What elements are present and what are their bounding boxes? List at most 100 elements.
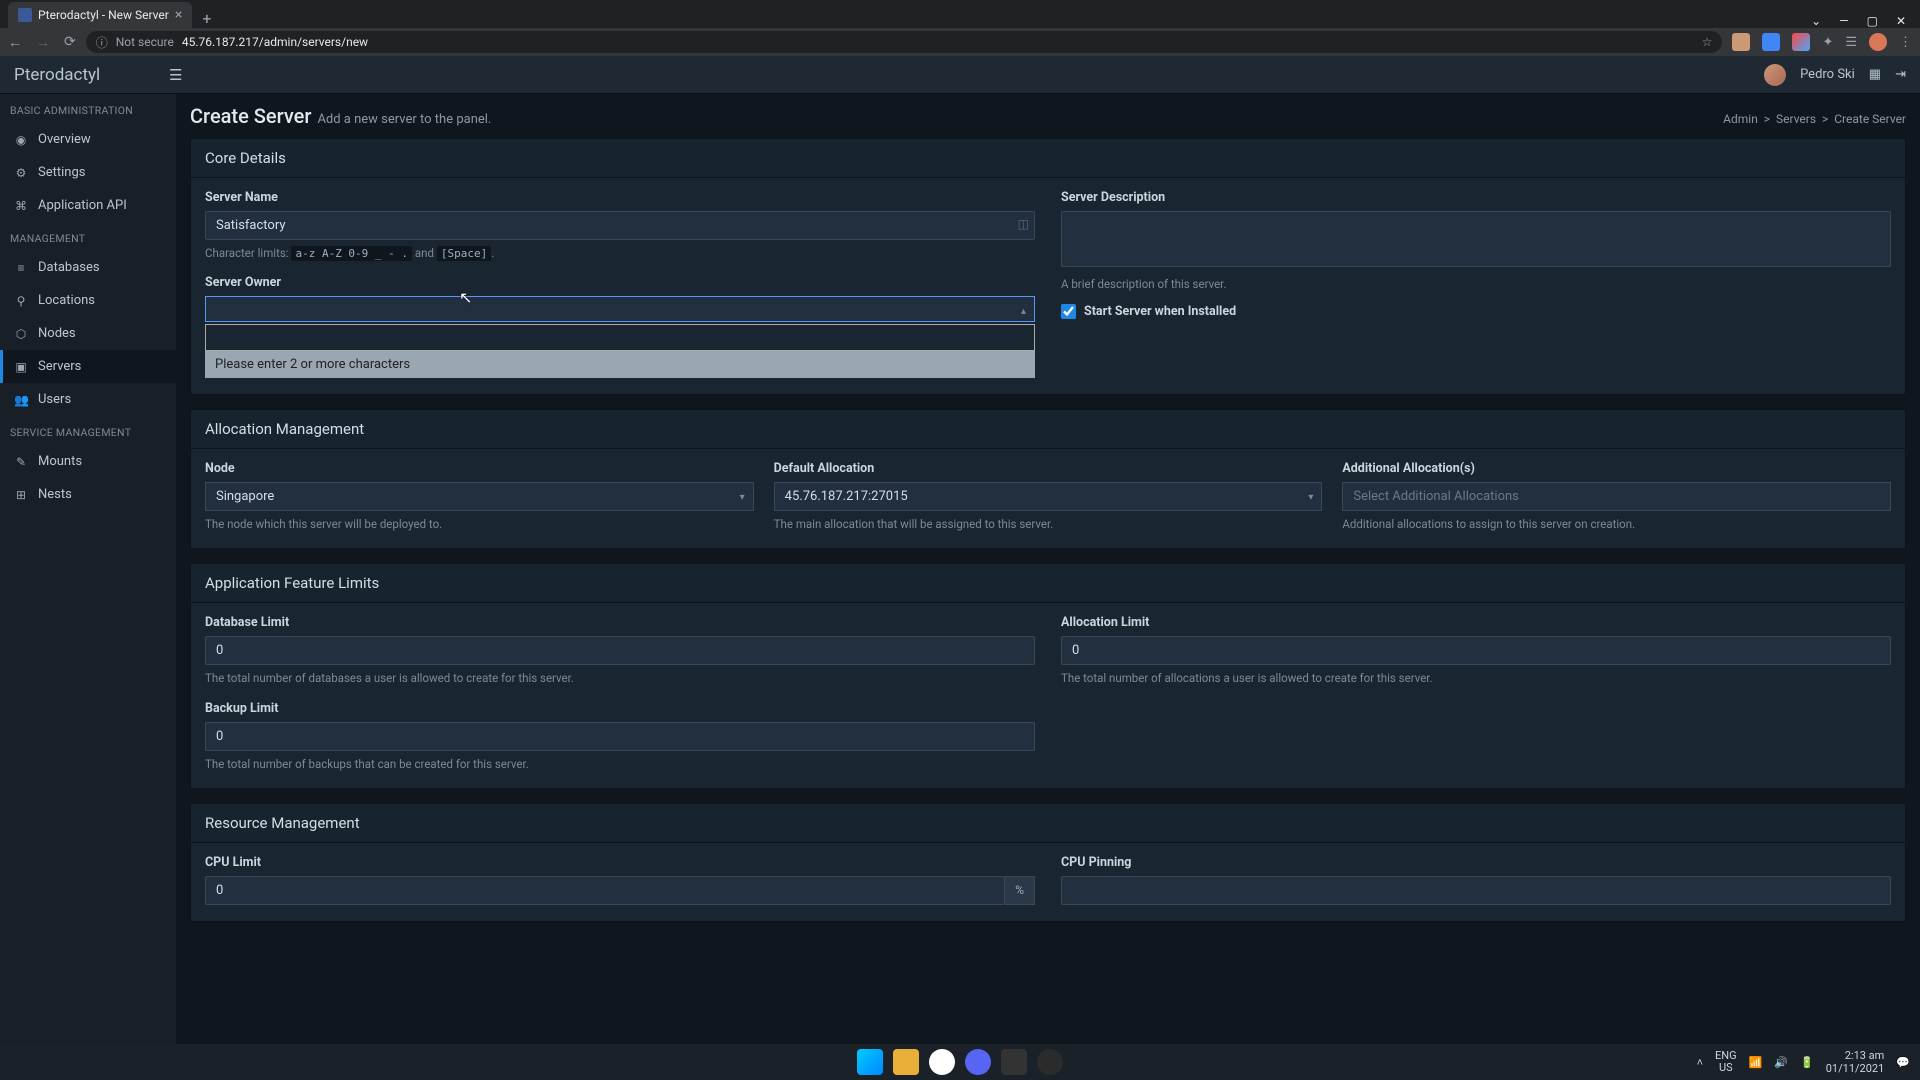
- chevron-up-icon: ▴: [1021, 306, 1026, 317]
- default-allocation-select[interactable]: 45.76.187.217:27015 ▾: [774, 482, 1323, 511]
- favicon-icon: [18, 8, 32, 22]
- overview-icon: ◉: [14, 133, 28, 147]
- database-limit-input[interactable]: [205, 636, 1035, 665]
- breadcrumb-link[interactable]: Servers: [1776, 112, 1816, 126]
- sidebar-item-nests[interactable]: ⊞Nests: [0, 478, 176, 511]
- start-icon[interactable]: [857, 1049, 883, 1075]
- avatar[interactable]: [1764, 64, 1786, 86]
- explorer-icon[interactable]: [893, 1049, 919, 1075]
- view-site-icon[interactable]: ▦: [1869, 67, 1881, 82]
- chrome-icon[interactable]: [929, 1049, 955, 1075]
- chevron-down-icon: ▾: [1308, 492, 1313, 503]
- sidebar-item-label: Overview: [38, 132, 91, 147]
- profile-icon[interactable]: [1869, 33, 1887, 51]
- panel-allocation: Allocation Management Node Singapore ▾ T…: [190, 409, 1906, 549]
- extension-icon[interactable]: [1762, 33, 1780, 51]
- main-content: Create Server Add a new server to the pa…: [176, 94, 1920, 1044]
- extensions-icon[interactable]: ✦: [1822, 35, 1833, 50]
- extension-icon[interactable]: [1792, 33, 1810, 51]
- database-limit-label: Database Limit: [205, 615, 1035, 630]
- owner-search-input[interactable]: [205, 324, 1035, 351]
- node-label: Node: [205, 461, 754, 476]
- notifications-icon[interactable]: 💬: [1896, 1056, 1910, 1069]
- server-description-help: A brief description of this server.: [1061, 276, 1891, 292]
- sidebar-item-settings[interactable]: ⚙Settings: [0, 156, 176, 189]
- chevron-down-icon: ▾: [740, 492, 745, 503]
- locations-icon: ⚲: [14, 294, 28, 308]
- sidebar-item-locations[interactable]: ⚲ Locations: [0, 284, 176, 317]
- panel-heading: Application Feature Limits: [191, 564, 1905, 603]
- breadcrumb: Admin > Servers > Create Server: [1723, 112, 1906, 126]
- page-subtitle: Add a new server to the panel.: [317, 112, 491, 127]
- server-name-input[interactable]: [205, 211, 1035, 240]
- tray-chevron-icon[interactable]: ˄: [1697, 1056, 1703, 1069]
- obs-icon[interactable]: [1037, 1049, 1063, 1075]
- close-tab-icon[interactable]: ×: [175, 7, 182, 23]
- reading-list-icon[interactable]: ☰: [1845, 35, 1857, 50]
- language-indicator[interactable]: ENGUS: [1715, 1050, 1737, 1074]
- default-allocation-label: Default Allocation: [774, 461, 1323, 476]
- breadcrumb-link[interactable]: Admin: [1723, 112, 1758, 126]
- browser-tab[interactable]: Pterodactyl - New Server ×: [8, 2, 192, 28]
- sidebar-heading: SERVICE MANAGEMENT: [0, 416, 176, 445]
- sidebar: BASIC ADMINISTRATION◉Overview⚙Settings⌘A…: [0, 94, 176, 1044]
- extension-icons: ✦ ☰ ⋮: [1732, 33, 1912, 51]
- start-when-installed-checkbox[interactable]: [1061, 304, 1076, 319]
- sidebar-item-mounts[interactable]: ✎Mounts: [0, 445, 176, 478]
- sidebar-item-servers[interactable]: ▣ Servers: [0, 350, 176, 383]
- nests-icon: ⊞: [14, 488, 28, 502]
- menu-icon[interactable]: ⋮: [1899, 35, 1912, 50]
- panel-resource-management: Resource Management CPU Limit % CPU Pinn…: [190, 803, 1906, 922]
- hamburger-icon[interactable]: ☰: [169, 66, 182, 84]
- new-tab-button[interactable]: +: [192, 9, 221, 28]
- server-owner-label: Server Owner: [205, 275, 1035, 290]
- app-icon[interactable]: [1001, 1049, 1027, 1075]
- info-icon[interactable]: ⓘ: [96, 34, 108, 51]
- backup-limit-input[interactable]: [205, 722, 1035, 751]
- cpu-limit-input[interactable]: [205, 876, 1005, 905]
- server-owner-select[interactable]: ▴: [205, 296, 1035, 322]
- chevron-down-icon[interactable]: ⌄: [1811, 14, 1821, 28]
- cpu-limit-label: CPU Limit: [205, 855, 1035, 870]
- close-window-icon[interactable]: ✕: [1896, 14, 1906, 28]
- url-input[interactable]: ⓘ Not secure 45.76.187.217/admin/servers…: [86, 31, 1723, 53]
- minimize-icon[interactable]: —: [1839, 14, 1848, 28]
- maximize-icon[interactable]: ▢: [1867, 14, 1878, 28]
- star-icon[interactable]: ☆: [1702, 35, 1713, 49]
- cpu-pinning-input[interactable]: [1061, 876, 1891, 905]
- additional-allocations-help: Additional allocations to assign to this…: [1342, 516, 1891, 532]
- sidebar-item-label: Databases: [38, 260, 100, 275]
- logout-icon[interactable]: ⇥: [1895, 67, 1906, 82]
- application-api-icon: ⌘: [14, 199, 28, 213]
- battery-icon[interactable]: 🔋: [1800, 1056, 1814, 1069]
- char-limits-help: Character limits: a-z A-Z 0-9 _ - . and …: [205, 245, 1035, 261]
- extension-icon[interactable]: [1732, 33, 1750, 51]
- sidebar-item-label: Servers: [38, 359, 81, 374]
- additional-allocations-select[interactable]: Select Additional Allocations: [1342, 482, 1891, 511]
- forward-icon[interactable]: →: [36, 34, 50, 51]
- sidebar-item-label: Locations: [38, 293, 95, 308]
- volume-icon[interactable]: 🔊: [1774, 1056, 1788, 1069]
- page-title: Create Server: [190, 104, 311, 128]
- reload-icon[interactable]: ⟳: [64, 34, 76, 50]
- security-badge: Not secure: [116, 35, 174, 49]
- back-icon[interactable]: ←: [8, 34, 22, 51]
- node-select[interactable]: Singapore ▾: [205, 482, 754, 511]
- server-description-input[interactable]: [1061, 211, 1891, 267]
- cpu-pinning-label: CPU Pinning: [1061, 855, 1891, 870]
- sidebar-item-nodes[interactable]: ⬡Nodes: [0, 317, 176, 350]
- panel-feature-limits: Application Feature Limits Database Limi…: [190, 563, 1906, 788]
- sidebar-item-users[interactable]: 👥Users: [0, 383, 176, 416]
- allocation-limit-input[interactable]: [1061, 636, 1891, 665]
- taskbar-apps: [857, 1049, 1063, 1075]
- sidebar-item-databases[interactable]: ≡Databases: [0, 251, 176, 284]
- servers-icon: ▣: [14, 360, 28, 374]
- panel-heading: Allocation Management: [191, 410, 1905, 449]
- clock[interactable]: 2:13 am 01/11/2021: [1826, 1049, 1885, 1075]
- owner-search-message: Please enter 2 or more characters: [205, 351, 1035, 378]
- sidebar-item-overview[interactable]: ◉ Overview: [0, 123, 176, 156]
- wifi-icon[interactable]: 📶: [1749, 1056, 1763, 1069]
- discord-icon[interactable]: [965, 1049, 991, 1075]
- brand-logo[interactable]: Pterodactyl: [14, 65, 169, 85]
- sidebar-item-application-api[interactable]: ⌘Application API: [0, 189, 176, 222]
